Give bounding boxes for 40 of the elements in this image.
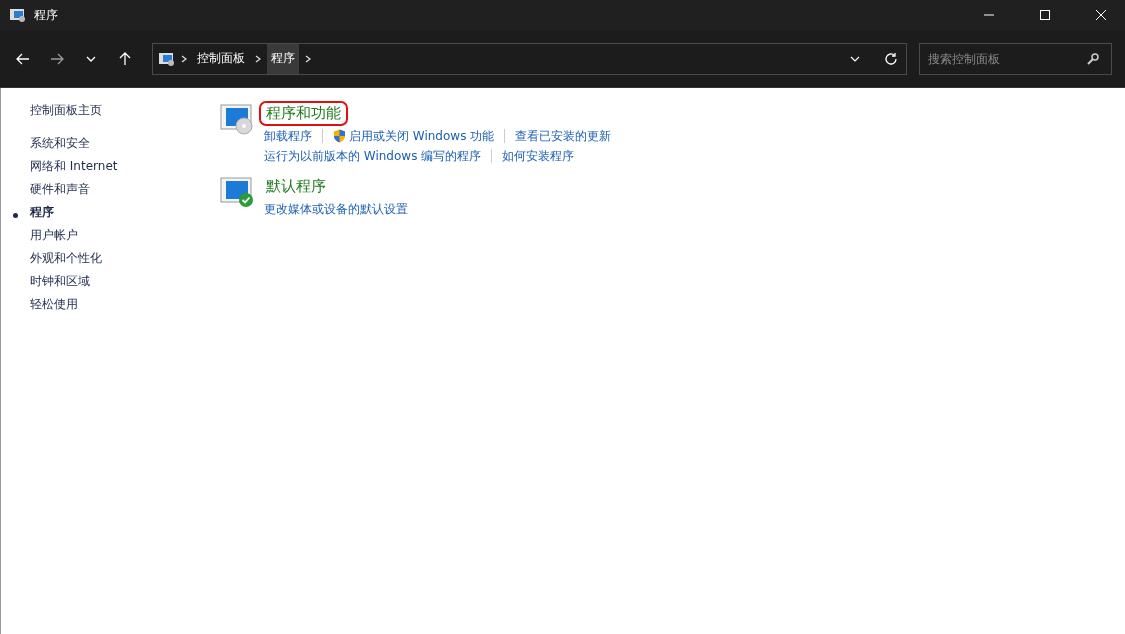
sidebar-item[interactable]: 外观和个性化 <box>30 250 102 266</box>
search-icon <box>1087 52 1099 65</box>
shield-icon <box>333 129 346 143</box>
sidebar-item[interactable]: 系统和安全 <box>30 135 90 151</box>
sidebar-link[interactable]: 控制面板主页 <box>30 102 102 118</box>
chevron-right-icon <box>181 54 187 63</box>
task-link[interactable]: 运行为以前版本的 Windows 编写的程序 <box>264 147 482 165</box>
task-link[interactable]: 查看已安装的更新 <box>515 127 612 145</box>
chevron-down-icon <box>86 55 96 62</box>
task-link[interactable]: 卸载程序 <box>264 127 312 145</box>
sidebar-item[interactable]: 轻松使用 <box>30 296 78 312</box>
bullet-icon <box>13 213 18 218</box>
breadcrumb-item[interactable]: 控制面板 <box>193 43 249 74</box>
task-link[interactable]: 如何安装程序 <box>502 147 575 165</box>
sidebar-item[interactable]: 用户帐户 <box>30 227 78 243</box>
sidebar-item[interactable]: 程序 <box>30 204 54 220</box>
control-panel-icon <box>10 8 26 22</box>
chevron-right-icon <box>255 54 261 63</box>
sidebar-item[interactable]: 时钟和区域 <box>30 273 90 289</box>
arrow-right-icon <box>50 52 64 65</box>
task-link[interactable]: 启用或关闭 Windows 功能 <box>333 127 495 145</box>
program-check-icon <box>220 174 254 208</box>
arrow-up-icon <box>119 51 131 66</box>
breadcrumb-item[interactable]: 程序 <box>267 43 299 74</box>
maximize-icon <box>1040 10 1050 20</box>
section-title-link[interactable]: 默认程序 <box>259 174 333 199</box>
control-panel-icon <box>159 51 175 66</box>
sidebar-item[interactable]: 网络和 Internet <box>30 158 118 174</box>
chevron-down-icon <box>850 55 860 62</box>
address-bar[interactable]: 控制面板 程序 <box>152 42 907 75</box>
chevron-right-icon <box>305 54 311 63</box>
close-icon <box>1096 10 1106 20</box>
search-field[interactable]: 搜索控制面板 <box>919 42 1112 75</box>
window-title: 程序 <box>34 6 58 24</box>
refresh-icon <box>884 51 898 66</box>
program-disc-icon <box>220 101 254 135</box>
section-title-link[interactable]: 程序和功能 <box>259 101 348 126</box>
arrow-left-icon <box>16 52 30 65</box>
task-link[interactable]: 更改媒体或设备的默认设置 <box>264 200 408 218</box>
sidebar-item[interactable]: 硬件和声音 <box>30 181 90 197</box>
